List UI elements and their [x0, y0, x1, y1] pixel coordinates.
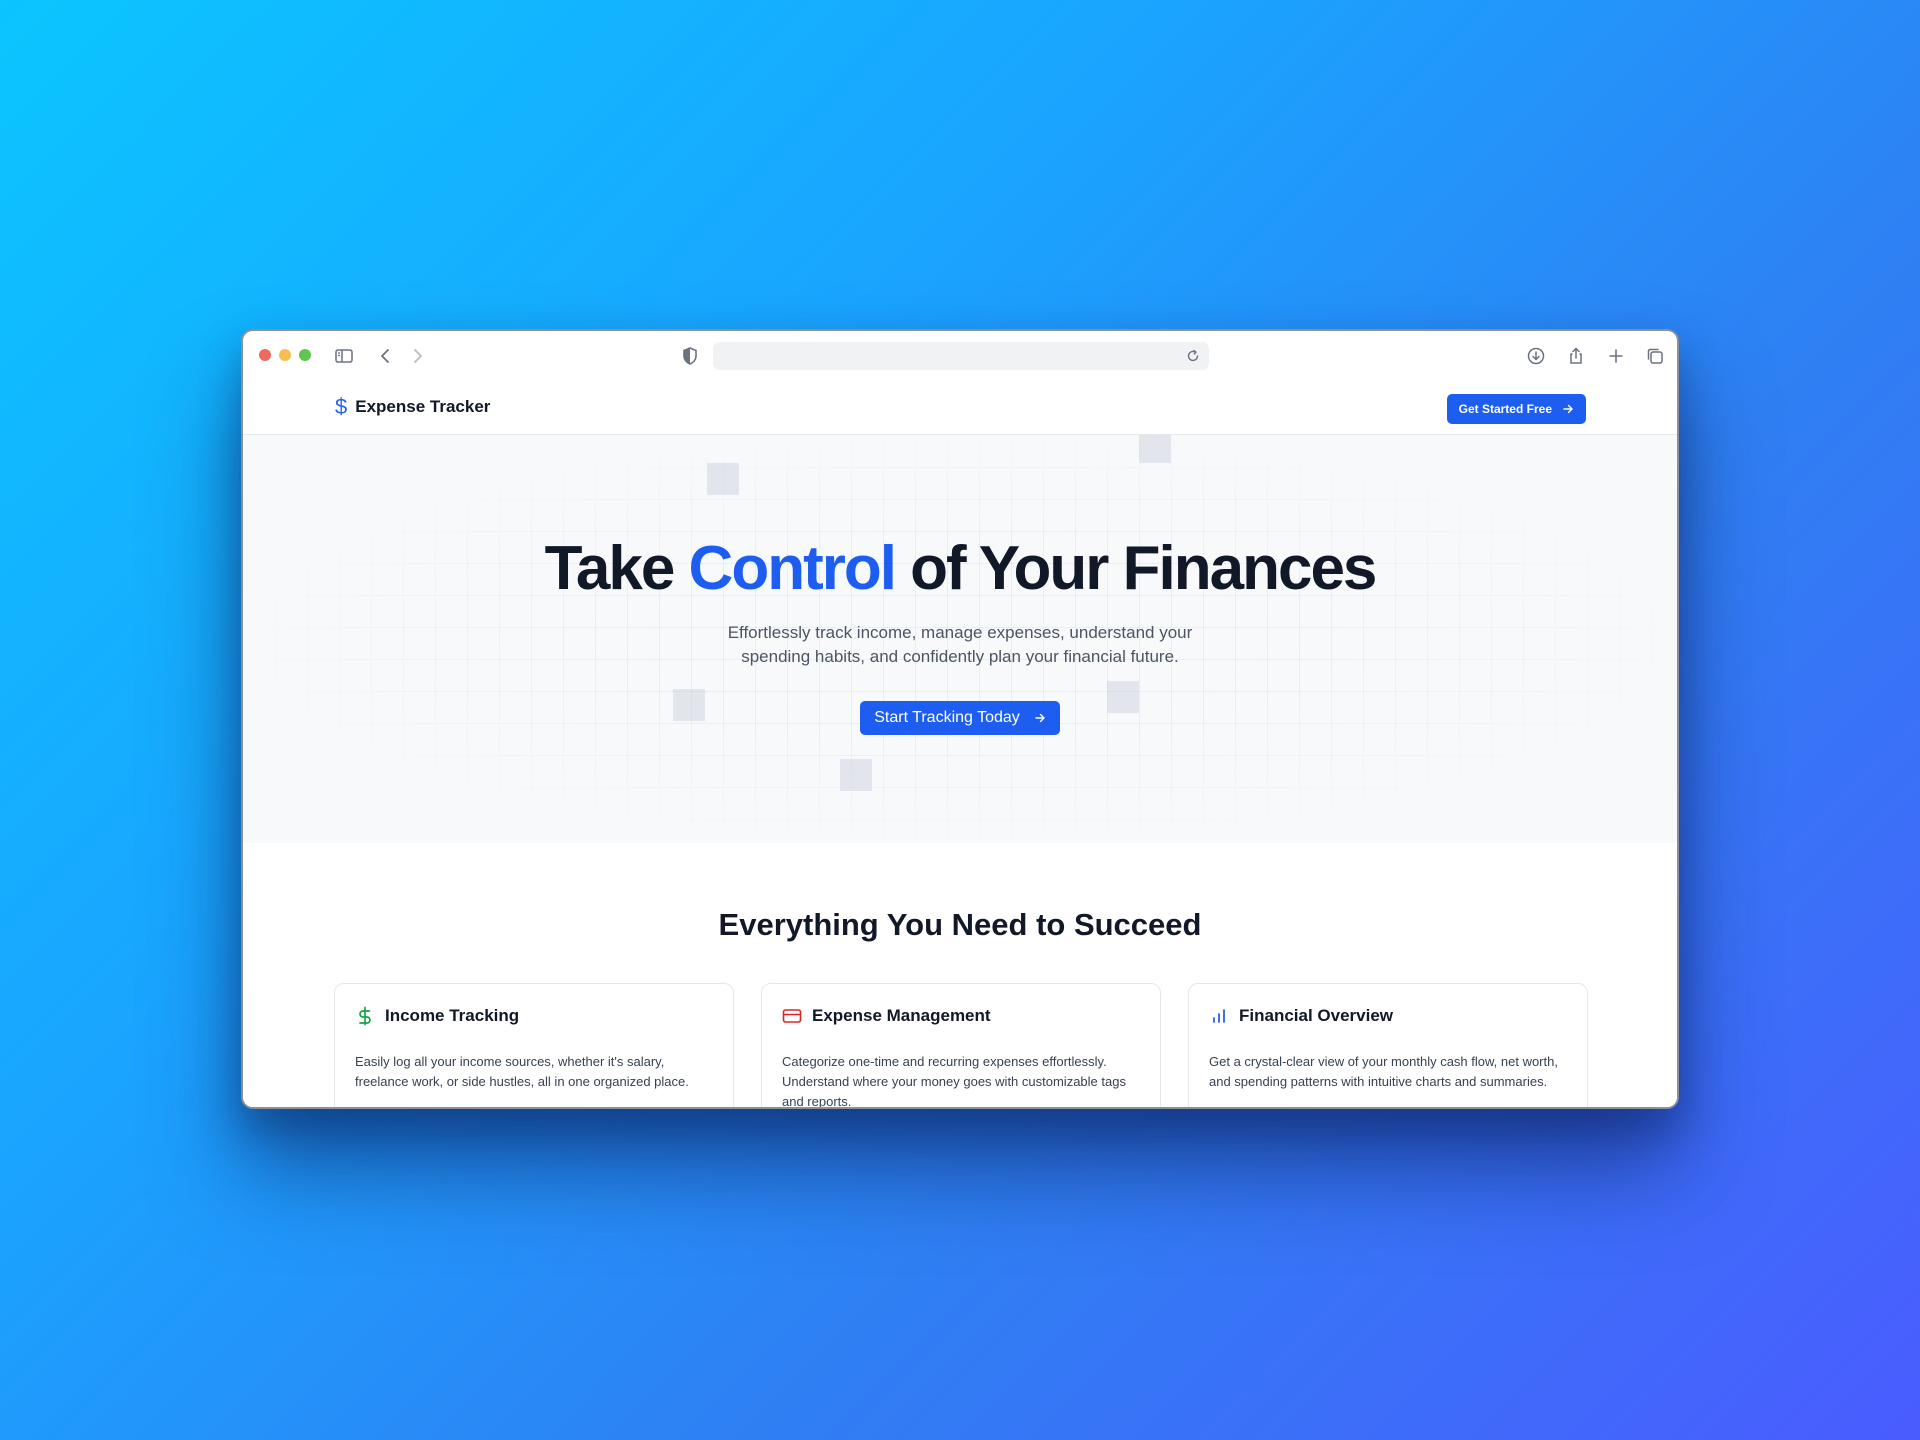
- browser-toolbar: [243, 331, 1677, 381]
- back-icon[interactable]: [376, 346, 396, 366]
- browser-window: $ Expense Tracker Get Started Free Take …: [241, 329, 1679, 1109]
- bar-chart-icon: [1209, 1006, 1229, 1026]
- features-heading: Everything You Need to Succeed: [718, 907, 1202, 942]
- zoom-window-button[interactable]: [299, 349, 311, 361]
- sidebar-toggle-icon[interactable]: [334, 346, 354, 366]
- brand-logo[interactable]: $ Expense Tracker: [335, 396, 490, 418]
- dollar-sign-icon: [355, 1006, 375, 1026]
- window-controls: [259, 349, 311, 361]
- minimize-window-button[interactable]: [279, 349, 291, 361]
- card-description: Easily log all your income sources, whet…: [355, 1054, 689, 1089]
- card-title: Expense Management: [812, 1006, 991, 1025]
- card-title: Financial Overview: [1239, 1006, 1394, 1025]
- feature-card-income: Income Tracking Easily log all your inco…: [334, 983, 734, 1107]
- credit-card-icon: [782, 1006, 802, 1026]
- feature-card-expense: Expense Management Categorize one-time a…: [761, 983, 1161, 1109]
- card-description: Categorize one-time and recurring expens…: [782, 1054, 1126, 1109]
- hero-title-accent: Control: [688, 534, 897, 603]
- card-description: Get a crystal-clear view of your monthly…: [1209, 1054, 1558, 1089]
- card-title: Income Tracking: [385, 1006, 520, 1025]
- privacy-shield-icon[interactable]: [681, 346, 699, 366]
- hero-subtitle: Effortlessly track income, manage expens…: [727, 623, 1193, 666]
- hero-title: Take Control of Your Finances: [544, 534, 1378, 603]
- grid-tile: [840, 759, 872, 791]
- share-icon[interactable]: [1566, 346, 1586, 366]
- get-started-button[interactable]: Get Started Free: [1446, 394, 1586, 424]
- start-tracking-label: Start Tracking Today: [874, 709, 1020, 726]
- card-header: Expense Management: [782, 1006, 1140, 1026]
- arrow-right-icon: [1035, 713, 1045, 723]
- grid-tile: [1107, 681, 1139, 713]
- tab-overview-icon[interactable]: [1645, 346, 1665, 366]
- features-section: Everything You Need to Succeed Income Tr…: [243, 843, 1677, 1109]
- feature-cards: Income Tracking Easily log all your inco…: [334, 983, 1588, 1109]
- get-started-label: Get Started Free: [1458, 402, 1552, 416]
- forward-icon[interactable]: [407, 346, 427, 366]
- dollar-sign-icon: $: [335, 394, 348, 419]
- start-tracking-button[interactable]: Start Tracking Today: [860, 701, 1060, 735]
- reload-icon[interactable]: [1185, 348, 1201, 364]
- downloads-icon[interactable]: [1526, 346, 1546, 366]
- arrow-right-icon: [1563, 404, 1573, 414]
- grid-tile: [673, 689, 705, 721]
- hero-section: Take Control of Your Finances Effortless…: [243, 435, 1677, 843]
- close-window-button[interactable]: [259, 349, 271, 361]
- site-header: $ Expense Tracker Get Started Free: [243, 381, 1677, 435]
- new-tab-icon[interactable]: [1606, 346, 1626, 366]
- card-header: Income Tracking: [355, 1006, 713, 1026]
- card-header: Financial Overview: [1209, 1006, 1567, 1026]
- brand-name: Expense Tracker: [355, 397, 491, 416]
- address-bar[interactable]: [713, 342, 1209, 370]
- feature-card-overview: Financial Overview Get a crystal-clear v…: [1188, 983, 1588, 1107]
